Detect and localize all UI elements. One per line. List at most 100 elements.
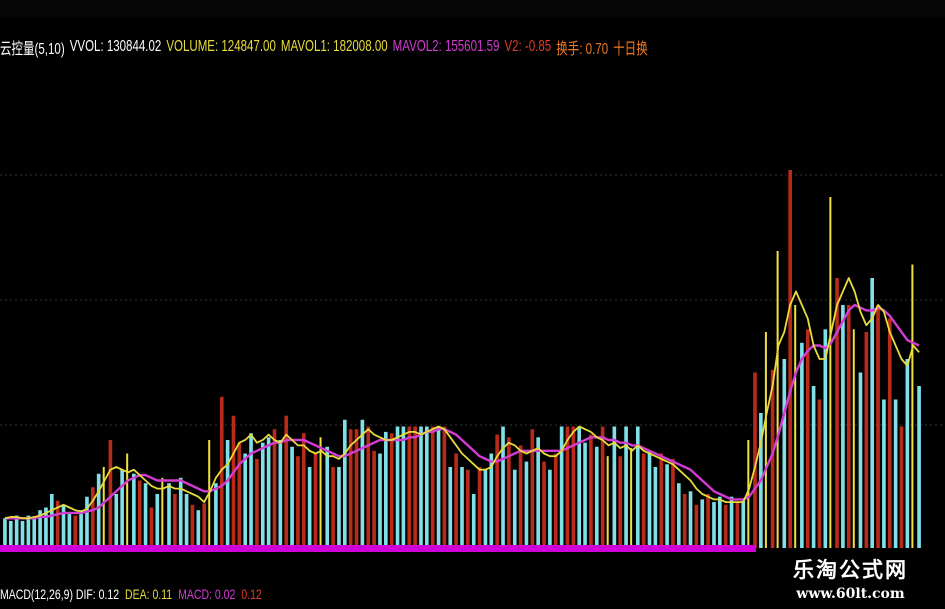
- macd-extra-value: 0.12: [241, 586, 262, 602]
- indicator-header: 云控量(5,10) VVOL: 130844.02 VOLUME: 124847…: [0, 34, 653, 60]
- volume-bar: [671, 458, 675, 548]
- volume-bar: [173, 494, 177, 548]
- volume-bar: [296, 456, 300, 548]
- volume-bar: [893, 399, 898, 548]
- volume-bar: [196, 510, 201, 548]
- volume-bar: [3, 518, 7, 548]
- volume-bar: [231, 415, 236, 548]
- volume-bar: [325, 446, 330, 548]
- dea-value: DEA: 0.11: [125, 586, 173, 602]
- macd-value: MACD: 0.02: [178, 586, 236, 602]
- volume-bar: [542, 461, 546, 548]
- volume-bar: [917, 386, 921, 548]
- volume-bar: [688, 491, 693, 548]
- volume-bar: [401, 426, 406, 548]
- volume-bar: [700, 499, 705, 548]
- volume-bar: [61, 504, 66, 548]
- volume-bar: [606, 456, 609, 548]
- volume-bar: [337, 467, 341, 548]
- volume-bar: [694, 504, 699, 548]
- volume-bar: [811, 386, 816, 548]
- volume-bar: [407, 426, 412, 548]
- volume-bar: [876, 305, 880, 548]
- volume-bar: [389, 433, 394, 548]
- volume-bar: [594, 446, 599, 548]
- watermark-name: 乐淘公式网: [793, 558, 908, 582]
- volume-bar: [583, 442, 587, 548]
- volume-bar: [143, 483, 148, 548]
- v2-value: V2: -0.85: [504, 38, 552, 55]
- volume-bar: [858, 372, 863, 548]
- volume-bar: [184, 494, 189, 548]
- volume-value: VOLUME: 124847.00: [166, 38, 276, 55]
- volume-bar: [647, 450, 652, 548]
- volume-bar: [290, 446, 294, 548]
- volume-bar: [331, 467, 335, 548]
- volume-bar: [835, 278, 839, 548]
- volume-bar: [319, 437, 322, 548]
- volume-bar: [301, 433, 306, 548]
- volume-bar: [378, 453, 382, 548]
- volume-bar: [73, 515, 78, 548]
- volume-bar: [536, 437, 540, 548]
- volume-bar: [466, 469, 470, 548]
- volume-bar: [677, 483, 681, 548]
- volume-bar: [313, 453, 318, 548]
- volume-bar: [14, 515, 19, 548]
- volume-bar: [114, 494, 119, 548]
- volume-bar: [764, 332, 767, 548]
- volume-bar: [471, 494, 476, 548]
- ten-day-turnover-label: 十日换: [613, 41, 648, 58]
- volume-bar: [448, 467, 453, 548]
- volume-bar: [120, 469, 124, 548]
- volume-bar: [641, 453, 646, 548]
- volume-bar: [665, 464, 669, 548]
- volume-bar: [729, 496, 734, 548]
- volume-bar: [577, 426, 582, 548]
- volume-bar: [20, 521, 25, 548]
- volume-bar: [342, 419, 347, 548]
- vvol-value: VVOL: 130844.02: [69, 38, 162, 55]
- volume-bar: [823, 329, 828, 548]
- volume-bar: [841, 305, 845, 548]
- volume-bar: [354, 429, 359, 548]
- volume-bar: [79, 510, 83, 548]
- volume-bar: [589, 434, 593, 548]
- macd-header: MACD(12,26,9) DIF: 0.12 DEA: 0.11 MACD: …: [0, 582, 268, 606]
- volume-bar: [243, 453, 247, 548]
- volume-bar: [126, 453, 129, 548]
- volume-bar: [384, 431, 388, 548]
- volume-bar: [782, 359, 787, 548]
- volume-bar: [202, 503, 206, 548]
- watermark-url: www.60lt.com: [796, 586, 905, 602]
- volume-bar: [137, 480, 142, 548]
- volume-bar: [460, 467, 464, 548]
- volume-bar: [67, 512, 72, 548]
- volume-bar: [507, 437, 511, 548]
- volume-bar: [266, 437, 271, 548]
- turnover-value: 换手: 0.70: [556, 41, 609, 58]
- volume-bar: [155, 494, 160, 548]
- volume-bar: [360, 419, 365, 548]
- volume-bar: [501, 426, 505, 548]
- mavol1-value: MAVOL1: 182008.00: [280, 38, 388, 55]
- volume-bar: [26, 515, 31, 548]
- volume-bar: [419, 426, 423, 548]
- volume-bar: [260, 442, 265, 548]
- volume-bar: [32, 518, 37, 548]
- volume-bar: [817, 399, 822, 548]
- volume-bar: [214, 483, 218, 548]
- volume-bar: [630, 448, 633, 548]
- volume-bar: [706, 494, 710, 548]
- volume-bar: [413, 426, 417, 548]
- volume-bar: [395, 426, 400, 548]
- volume-bar: [255, 458, 259, 548]
- volume-bar: [49, 494, 54, 548]
- volume-bar: [477, 467, 482, 548]
- volume-bar: [776, 251, 779, 548]
- volume-bar: [530, 429, 535, 548]
- volume-bar: [149, 507, 154, 548]
- volume-bar: [882, 399, 886, 548]
- volume-bar: [794, 305, 797, 548]
- volume-bar: [852, 329, 855, 548]
